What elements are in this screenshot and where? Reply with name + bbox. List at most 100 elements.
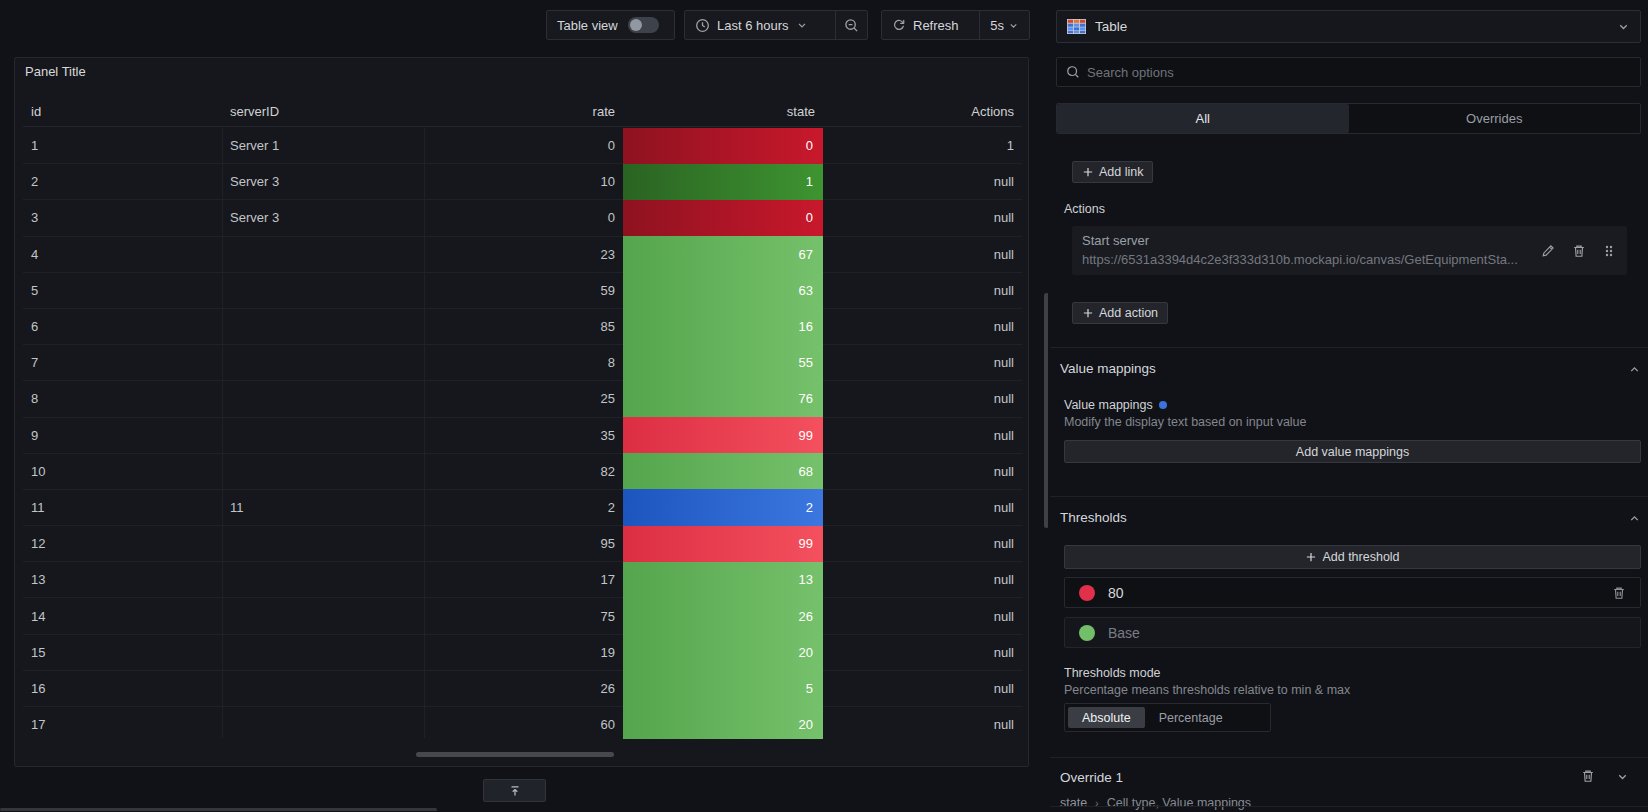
table-horizontal-scrollbar[interactable] <box>416 752 614 757</box>
zoom-out-button[interactable] <box>836 11 867 39</box>
chevron-down-icon <box>1617 20 1630 33</box>
chevron-up-icon[interactable] <box>1628 363 1641 376</box>
table-row: 5 59 63 null <box>23 273 1022 309</box>
time-range-label: Last 6 hours <box>717 18 789 33</box>
cell-state: 26 <box>623 598 823 633</box>
viz-picker-label: Table <box>1095 19 1608 34</box>
table-row: 1 Server 1 0 0 1 <box>23 128 1022 164</box>
cell-serverid <box>222 598 424 633</box>
cell-state: 2 <box>623 490 823 525</box>
column-header-id[interactable]: id <box>23 104 222 119</box>
override-field: state <box>1060 796 1087 810</box>
thresholds-header[interactable]: Thresholds <box>1060 510 1127 525</box>
trash-icon[interactable] <box>1572 244 1586 258</box>
tab-all[interactable]: All <box>1057 104 1349 133</box>
table-row: 17 60 20 null <box>23 707 1022 739</box>
refresh-button[interactable]: Refresh <box>882 11 979 39</box>
table-row: 7 8 55 null <box>23 345 1022 381</box>
cell-id: 9 <box>23 418 222 453</box>
time-range-picker[interactable]: Last 6 hours <box>685 11 835 39</box>
cell-actions: null <box>823 345 1022 380</box>
cell-actions: null <box>823 381 1022 416</box>
search-options-input[interactable]: Search options <box>1056 57 1641 87</box>
modified-indicator-dot <box>1159 401 1167 409</box>
cell-serverid <box>222 345 424 380</box>
threshold-color-swatch[interactable] <box>1079 585 1095 601</box>
table-row: 3 Server 3 0 0 null <box>23 200 1022 236</box>
cell-rate: 10 <box>424 164 623 199</box>
cell-id: 10 <box>23 454 222 489</box>
refresh-icon <box>892 18 906 32</box>
trash-icon[interactable] <box>1581 769 1595 783</box>
cell-actions: null <box>823 273 1022 308</box>
options-tabs: All Overrides <box>1056 103 1641 134</box>
column-header-state[interactable]: state <box>623 104 823 119</box>
add-value-mappings-button[interactable]: Add value mappings <box>1064 440 1641 463</box>
tab-overrides[interactable]: Overrides <box>1349 104 1641 133</box>
actions-label: Actions <box>1064 202 1105 216</box>
column-header-actions[interactable]: Actions <box>823 104 1022 119</box>
cell-serverid: Server 3 <box>222 164 424 199</box>
add-action-button[interactable]: Add action <box>1072 302 1168 324</box>
cell-actions: null <box>823 635 1022 670</box>
table-row: 11 11 2 2 null <box>23 490 1022 526</box>
cell-serverid <box>222 309 424 344</box>
scroll-to-top-button[interactable] <box>483 779 546 802</box>
cell-rate: 59 <box>424 273 623 308</box>
cell-rate: 2 <box>424 490 623 525</box>
page-horizontal-scrollbar[interactable] <box>0 808 437 811</box>
trash-icon[interactable] <box>1612 586 1626 600</box>
table-row: 8 25 76 null <box>23 381 1022 417</box>
refresh-label: Refresh <box>913 18 959 33</box>
cell-id: 6 <box>23 309 222 344</box>
column-header-rate[interactable]: rate <box>424 104 623 119</box>
cell-actions: null <box>823 490 1022 525</box>
cell-serverid <box>222 671 424 706</box>
threshold-input[interactable]: 80 <box>1064 577 1641 608</box>
chevron-down-icon[interactable] <box>1616 770 1629 783</box>
cell-rate: 26 <box>424 671 623 706</box>
cell-id: 3 <box>23 200 222 235</box>
arrow-up-to-line-icon <box>508 784 522 798</box>
action-item-card[interactable]: Start server https://6531a3394d4c2e3f333… <box>1072 226 1627 275</box>
cell-actions: null <box>823 237 1022 272</box>
cell-id: 17 <box>23 707 222 739</box>
thresholds-mode-description: Percentage means thresholds relative to … <box>1064 683 1350 697</box>
panel-title[interactable]: Panel Title <box>25 64 86 79</box>
threshold-base-color-swatch[interactable] <box>1079 625 1095 641</box>
drag-handle-icon[interactable] <box>1603 244 1615 258</box>
override-header[interactable]: Override 1 <box>1060 770 1123 785</box>
cell-rate: 85 <box>424 309 623 344</box>
cell-id: 4 <box>23 237 222 272</box>
cell-id: 11 <box>23 490 222 525</box>
edit-icon[interactable] <box>1541 244 1555 258</box>
cell-id: 14 <box>23 598 222 633</box>
table-panel: Panel Title id serverID rate state Actio… <box>14 57 1029 767</box>
chevron-up-icon[interactable] <box>1628 512 1641 525</box>
cell-serverid: Server 3 <box>222 200 424 235</box>
table-view-switch[interactable] <box>628 17 659 33</box>
value-mappings-header[interactable]: Value mappings <box>1060 361 1156 376</box>
add-threshold-button[interactable]: Add threshold <box>1064 545 1641 569</box>
options-pane: Table Search options All Overrides Add l… <box>1048 0 1648 812</box>
refresh-interval: 5s <box>990 18 1004 33</box>
cell-state: 55 <box>623 345 823 380</box>
column-header-serverid[interactable]: serverID <box>222 104 424 119</box>
table-view-toggle-group: Table view <box>546 10 675 40</box>
cell-actions: null <box>823 707 1022 739</box>
refresh-interval-picker[interactable]: 5s <box>980 11 1029 39</box>
add-link-button[interactable]: Add link <box>1072 161 1153 183</box>
cell-serverid <box>222 381 424 416</box>
chevron-down-icon <box>1008 20 1019 31</box>
plus-icon <box>1082 307 1094 319</box>
cell-actions: null <box>823 200 1022 235</box>
visualization-picker[interactable]: Table <box>1056 10 1641 43</box>
cell-rate: 8 <box>424 345 623 380</box>
cell-state: 13 <box>623 562 823 597</box>
mode-absolute-option[interactable]: Absolute <box>1068 707 1145 728</box>
mode-percentage-option[interactable]: Percentage <box>1145 707 1237 728</box>
threshold-base-row[interactable]: Base <box>1064 617 1641 648</box>
cell-rate: 35 <box>424 418 623 453</box>
override-properties: Cell type, Value mappings <box>1107 796 1251 810</box>
cell-state: 67 <box>623 237 823 272</box>
